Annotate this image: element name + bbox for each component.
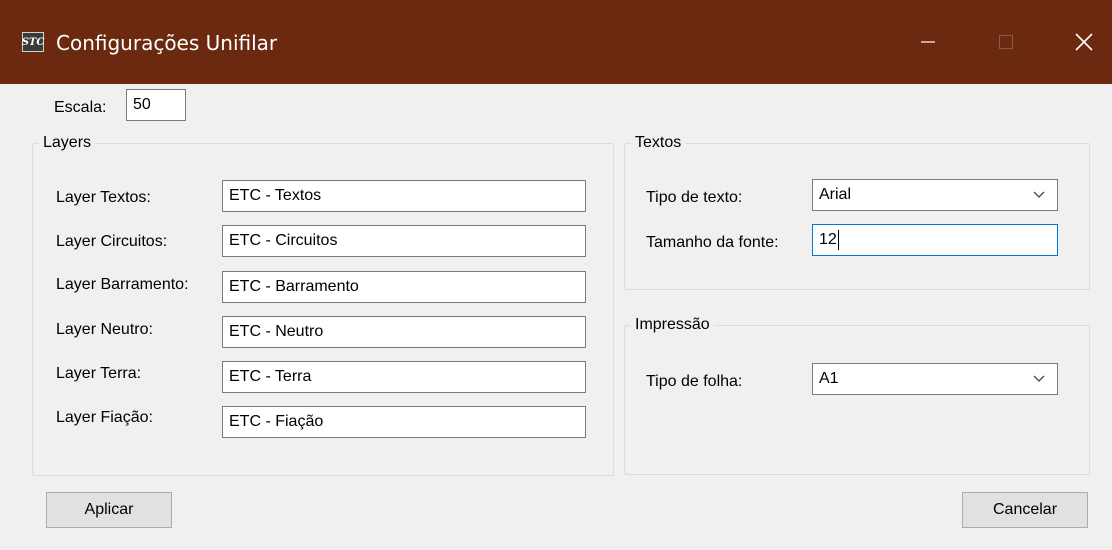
tipo-texto-select[interactable]: Arial <box>812 179 1058 211</box>
layer-circuitos-label: Layer Circuitos: <box>56 233 168 250</box>
minimize-button[interactable] <box>906 22 950 62</box>
layer-barramento-label: Layer Barramento: <box>56 276 189 293</box>
title-bar[interactable]: STC Configurações Unifilar <box>0 0 1112 84</box>
aplicar-button-label: Aplicar <box>84 501 134 518</box>
tipo-texto-label: Tipo de texto: <box>646 189 743 206</box>
tamanho-fonte-value: 12 <box>819 231 837 248</box>
layer-circuitos-input[interactable]: ETC - Circuitos <box>222 225 586 257</box>
tipo-folha-label: Tipo de folha: <box>646 373 743 390</box>
chevron-down-icon <box>1033 191 1045 198</box>
tipo-texto-value: Arial <box>819 186 852 203</box>
layer-fiacao-label: Layer Fiação: <box>56 409 153 426</box>
layer-textos-input[interactable]: ETC - Textos <box>222 180 586 212</box>
cancelar-button[interactable]: Cancelar <box>962 492 1088 528</box>
escala-label: Escala: <box>54 99 107 116</box>
minimize-icon <box>921 41 935 43</box>
maximize-icon <box>999 35 1013 49</box>
close-icon <box>1075 33 1093 51</box>
tamanho-fonte-label: Tamanho da fonte: <box>646 234 779 251</box>
layers-group-title: Layers <box>39 132 96 154</box>
app-logo-icon: STC <box>22 32 44 52</box>
maximize-button <box>984 22 1028 62</box>
layer-neutro-input[interactable]: ETC - Neutro <box>222 316 586 348</box>
close-button[interactable] <box>1062 22 1106 62</box>
impressao-group-title: Impressão <box>631 314 714 336</box>
layer-neutro-label: Layer Neutro: <box>56 321 153 338</box>
window-title: Configurações Unifilar <box>56 31 278 55</box>
layer-barramento-input[interactable]: ETC - Barramento <box>222 271 586 303</box>
tamanho-fonte-input[interactable]: 12 <box>812 224 1058 256</box>
escala-input[interactable]: 50 <box>126 89 186 121</box>
tipo-folha-value: A1 <box>819 370 839 387</box>
textos-group-title: Textos <box>631 132 686 154</box>
tipo-folha-select[interactable]: A1 <box>812 363 1058 395</box>
cancelar-button-label: Cancelar <box>992 501 1058 518</box>
layer-terra-label: Layer Terra: <box>56 365 142 382</box>
layer-fiacao-input[interactable]: ETC - Fiação <box>222 406 586 438</box>
text-caret <box>837 229 839 250</box>
chevron-down-icon <box>1033 375 1045 382</box>
layer-terra-input[interactable]: ETC - Terra <box>222 361 586 393</box>
aplicar-button[interactable]: Aplicar <box>46 492 172 528</box>
impressao-group: Impressão <box>624 314 1090 475</box>
layer-textos-label: Layer Textos: <box>56 189 151 206</box>
textos-group: Textos <box>624 132 1090 290</box>
